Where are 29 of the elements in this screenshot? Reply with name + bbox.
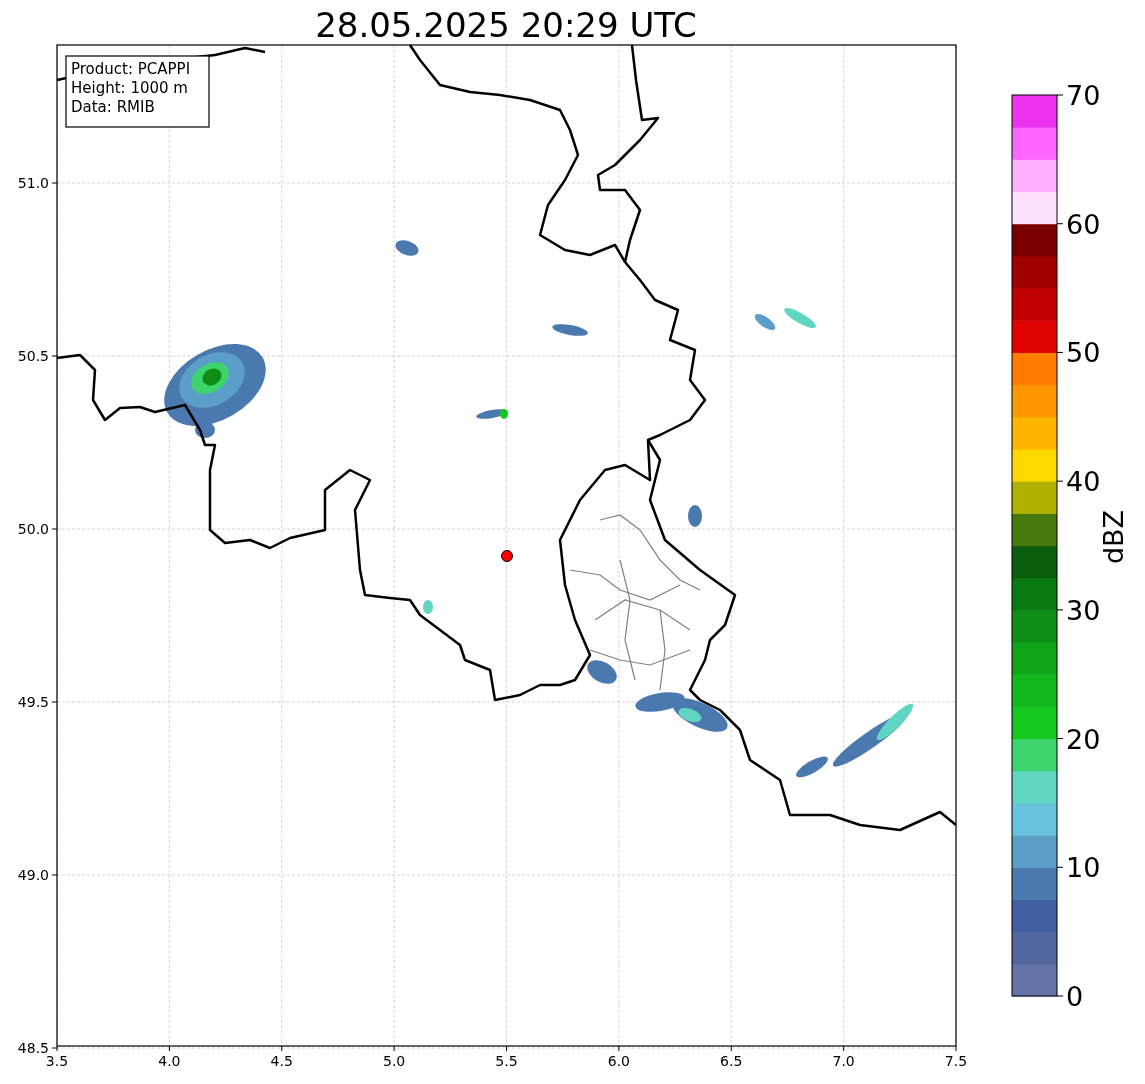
x-tick-label: 5.5 <box>495 1053 518 1069</box>
info-text: Height: 1000 m <box>71 79 188 97</box>
chart-title: 28.05.2025 20:29 UTC <box>315 5 697 45</box>
colorbar-tick-label: 50 <box>1066 337 1101 369</box>
y-tick-label: 50.5 <box>17 348 49 364</box>
x-tick-label: 7.0 <box>832 1053 855 1069</box>
colorbar-tick-label: 60 <box>1066 208 1101 240</box>
x-tick-label: 7.5 <box>944 1053 968 1069</box>
y-tick-label: 50.0 <box>17 521 49 537</box>
x-tick-label: 4.5 <box>270 1053 293 1069</box>
y-tick-label: 48.5 <box>17 1040 49 1056</box>
x-tick-label: 3.5 <box>45 1053 69 1069</box>
y-tick-label: 51.0 <box>17 175 49 191</box>
colorbar-tick-label: 70 <box>1066 80 1101 111</box>
colorbar-tick-label: 20 <box>1066 723 1101 755</box>
colorbar-label: dBZ <box>1098 509 1129 565</box>
x-tick-label: 4.0 <box>158 1053 181 1069</box>
x-tick-label: 6.5 <box>720 1053 743 1069</box>
info-text: Data: RMIB <box>71 98 155 116</box>
colorbar-tick-label: 30 <box>1066 594 1101 626</box>
radar-site-marker <box>501 550 513 562</box>
x-tick-label: 5.0 <box>383 1053 406 1069</box>
info-text: Product: PCAPPI <box>71 60 191 78</box>
colorbar-tick-label: 0 <box>1066 981 1084 1012</box>
y-tick-label: 49.5 <box>17 694 49 710</box>
y-tick-label: 49.0 <box>17 867 49 883</box>
colorbar-tick-label: 10 <box>1066 852 1101 884</box>
x-tick-label: 6.0 <box>607 1053 630 1069</box>
colorbar-tick-label: 40 <box>1066 466 1101 498</box>
